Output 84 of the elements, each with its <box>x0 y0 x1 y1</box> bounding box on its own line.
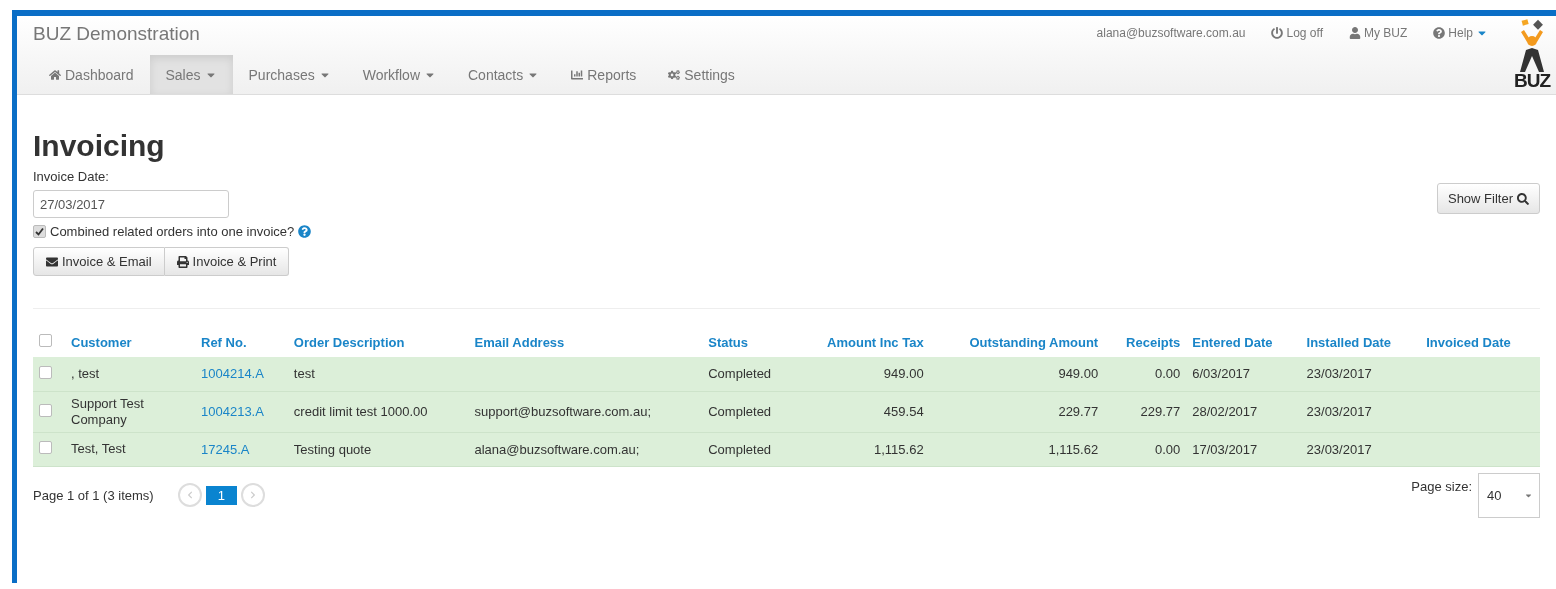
page-heading: Invoicing <box>33 129 166 163</box>
table-cell: Testing quote <box>293 441 372 457</box>
table-cell: 28/02/2017 <box>1192 404 1258 419</box>
action-button[interactable]: Invoice & Print <box>164 247 290 276</box>
column-header[interactable]: Entered Date <box>1186 327 1301 357</box>
table-cell: Test, Test <box>71 441 126 456</box>
show-filter-button[interactable]: Show Filter <box>1436 183 1540 214</box>
gears-icon <box>668 68 681 81</box>
table-cell: Completed <box>708 366 772 382</box>
column-header[interactable]: Outstanding Amount <box>929 327 1105 357</box>
table-cell: 23/03/2017 <box>1306 441 1372 457</box>
page-size-select[interactable]: 40 <box>1478 472 1540 518</box>
ref-link[interactable]: 1004213.A <box>201 404 264 419</box>
column-header[interactable]: Installed Date <box>1300 327 1421 357</box>
nav-tab[interactable]: Contacts <box>452 55 556 94</box>
nav-tab[interactable]: Workflow <box>346 55 452 94</box>
row-checkbox[interactable] <box>39 365 52 379</box>
table-cell: test <box>293 366 315 382</box>
table-cell: Support Test Company <box>71 395 144 427</box>
checkbox-label: Combined related orders into one invoice? <box>50 224 295 239</box>
select-all-checkbox[interactable] <box>39 334 52 347</box>
logo-figure-icon <box>1518 18 1546 72</box>
table-cell: 229.77 <box>1058 404 1099 419</box>
action-button[interactable]: Invoice & Email <box>33 247 165 276</box>
column-header[interactable]: Email Address <box>468 327 703 357</box>
table-cell: credit limit test 1000.00 <box>293 404 428 419</box>
table-cell: , test <box>71 365 100 381</box>
table-cell: 0.00 <box>1154 366 1181 382</box>
table-cell: 17/03/2017 <box>1192 441 1258 457</box>
nav-tab[interactable]: Reports <box>555 55 653 94</box>
header-link[interactable]: Log off <box>1271 26 1323 40</box>
chevron-left-icon <box>185 491 194 499</box>
field-label: Invoice Date: <box>33 169 110 184</box>
search-icon <box>1517 192 1529 205</box>
help-icon <box>1433 27 1446 39</box>
previous-page-button[interactable] <box>177 483 202 507</box>
table-cell: alana@buzsoftware.com.au; <box>474 441 640 457</box>
power-icon <box>1271 27 1284 39</box>
table-cell: 1,115.62 <box>1048 441 1099 457</box>
logo-text: BUZ <box>1513 72 1551 90</box>
nav-tab[interactable]: Purchases <box>232 55 347 94</box>
page-summary: Page 1 of 1 (3 items) <box>33 487 154 503</box>
column-header[interactable]: Amount Inc Tax <box>795 327 930 357</box>
ref-link[interactable]: 17245.A <box>201 441 250 457</box>
table-cell: Completed <box>708 404 772 419</box>
row-checkbox[interactable] <box>39 403 52 417</box>
table-cell: 23/03/2017 <box>1306 366 1372 382</box>
nav-tab[interactable]: Sales <box>149 55 233 94</box>
table-cell: 6/03/2017 <box>1192 366 1251 382</box>
printer-icon <box>176 255 189 268</box>
nav-tab[interactable]: Settings <box>652 55 751 94</box>
column-header[interactable]: Receipts <box>1104 327 1187 357</box>
user-email[interactable]: alana@buzsoftware.com.au <box>1096 26 1246 40</box>
envelope-icon <box>46 255 58 268</box>
header-link[interactable]: Help <box>1433 26 1488 40</box>
help-icon[interactable] <box>298 225 312 238</box>
header-link[interactable]: My BUZ <box>1348 26 1408 40</box>
column-header[interactable]: Order Description <box>287 327 469 357</box>
table-cell: 949.00 <box>883 366 924 382</box>
column-header[interactable]: Ref No. <box>195 327 288 357</box>
page-button[interactable]: 1 <box>205 485 237 505</box>
next-page-button[interactable] <box>240 483 265 507</box>
home-icon <box>49 68 61 81</box>
column-header[interactable]: Status <box>702 327 796 357</box>
table-cell: 23/03/2017 <box>1306 404 1372 419</box>
column-header[interactable]: Invoiced Date <box>1420 327 1540 357</box>
column-header[interactable]: Customer <box>65 327 195 357</box>
chevron-right-icon <box>248 491 257 499</box>
table-cell: 1,115.62 <box>874 441 924 457</box>
table-cell: 0.00 <box>1154 441 1181 457</box>
table-cell: 949.00 <box>1058 366 1099 382</box>
app-title: BUZ Demonstration <box>32 22 201 46</box>
ref-link[interactable]: 1004214.A <box>201 366 264 382</box>
checkbox[interactable] <box>33 225 46 238</box>
date-field[interactable]: 27/03/2017 <box>33 190 229 218</box>
table-cell: 229.77 <box>1140 404 1181 419</box>
user-icon <box>1348 27 1361 39</box>
row-checkbox[interactable] <box>39 441 52 454</box>
bar-chart-icon <box>571 68 584 81</box>
table-cell: Completed <box>708 441 772 457</box>
table-cell: 459.54 <box>883 404 924 419</box>
table-cell: support@buzsoftware.com.au; <box>474 404 651 419</box>
nav-tab[interactable]: Dashboard <box>33 55 150 94</box>
page-size-label: Page size: <box>1411 478 1472 494</box>
